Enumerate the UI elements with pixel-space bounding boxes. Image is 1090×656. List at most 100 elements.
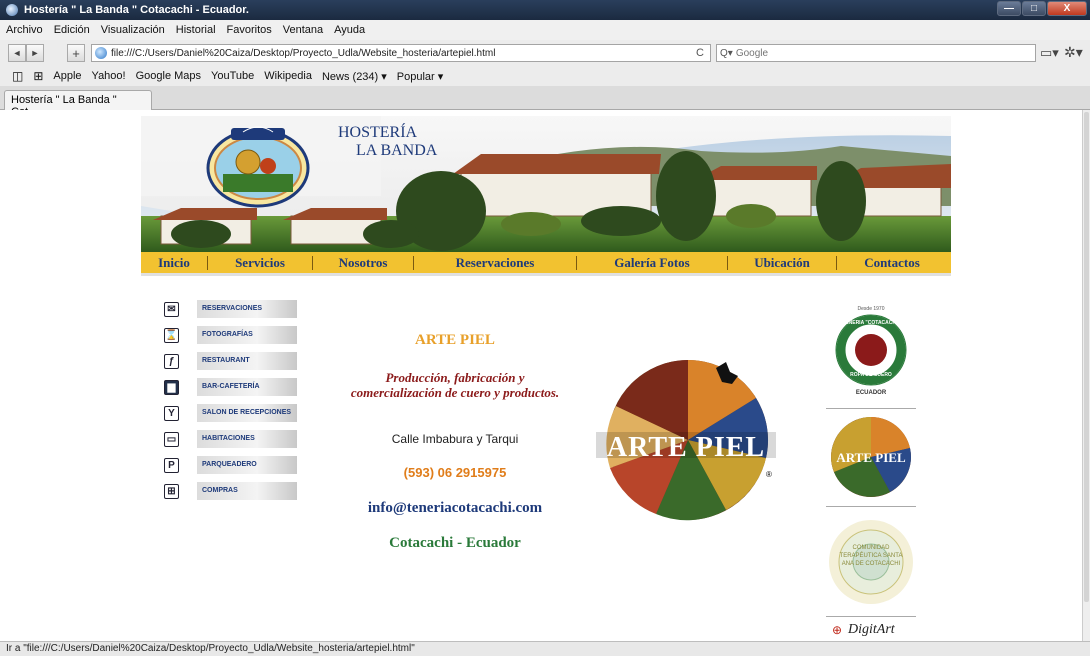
teneria-country: ECUADOR bbox=[855, 390, 887, 396]
business-city: Cotacachi - Ecuador bbox=[389, 535, 521, 551]
comunidad-text: COMUNIDAD TERAPÉUTICA SANTA ANA DE COTAC… bbox=[839, 545, 903, 567]
hotel-name-line1: HOSTERÍA bbox=[338, 124, 418, 141]
back-button[interactable]: ◄ bbox=[8, 44, 26, 62]
nav-reservaciones[interactable]: Reservaciones bbox=[414, 255, 576, 271]
forward-button[interactable]: ► bbox=[26, 44, 44, 62]
scrollbar-thumb[interactable] bbox=[1084, 112, 1089, 602]
sidebar-item-label: RESERVACIONES bbox=[197, 300, 297, 318]
arte-piel-small-text: ARTE PIEL bbox=[836, 450, 906, 465]
sidebar-item-restaurant[interactable]: ƒ RESTAURANT bbox=[164, 352, 304, 370]
arte-piel-small-logo[interactable]: ARTE PIEL bbox=[826, 414, 916, 500]
envelope-icon: ✉ bbox=[164, 301, 179, 317]
menu-archivo[interactable]: Archivo bbox=[6, 24, 43, 36]
business-description: Producción, fabricación y comercializaci… bbox=[350, 370, 560, 400]
globe-icon bbox=[95, 47, 107, 59]
menu-edicion[interactable]: Edición bbox=[54, 24, 90, 36]
gear-icon[interactable]: ✲▾ bbox=[1064, 44, 1083, 61]
site-navigation: Inicio Servicios Nosotros Reservaciones … bbox=[141, 252, 951, 276]
nav-ubicacion[interactable]: Ubicación bbox=[728, 255, 836, 271]
navigation-toolbar: ◄ ► + C Q▾ ▭▾ ✲▾ bbox=[0, 40, 1090, 66]
sidebar-item-salon-recepciones[interactable]: Y SALON DE RECEPCIONES bbox=[164, 404, 304, 422]
digitart-logo[interactable]: ⊕ DigitArt bbox=[826, 620, 916, 640]
page-viewport: HOSTERÍA LA BANDA Inicio Servicios Nosot… bbox=[0, 110, 1082, 641]
search-input[interactable] bbox=[735, 47, 1035, 59]
hourglass-icon: ⌛ bbox=[164, 327, 179, 343]
menu-favoritos[interactable]: Favoritos bbox=[227, 24, 272, 36]
menu-visualizacion[interactable]: Visualización bbox=[101, 24, 165, 36]
sidebar-item-compras[interactable]: ⊞ COMPRAS bbox=[164, 482, 304, 500]
sidebar-item-reservaciones[interactable]: ✉ RESERVACIONES bbox=[164, 300, 304, 318]
browser-app-icon bbox=[6, 4, 18, 16]
logo-divider bbox=[826, 408, 916, 409]
comunidad-terapeutica-logo[interactable]: COMUNIDAD TERAPÉUTICA SANTA ANA DE COTAC… bbox=[826, 512, 916, 612]
bookmark-apple[interactable]: Apple bbox=[53, 70, 81, 82]
menu-ayuda[interactable]: Ayuda bbox=[334, 24, 365, 36]
tab-hosteria[interactable]: Hostería " La Banda " Cot... bbox=[4, 90, 152, 118]
bookmark-yahoo[interactable]: Yahoo! bbox=[92, 70, 126, 82]
sidebar-item-bar-cafeteria[interactable]: ▆ BAR-CAFETERÍA bbox=[164, 378, 304, 396]
bookmarks-bar: ◫ ⊞ Apple Yahoo! Google Maps YouTube Wik… bbox=[0, 66, 1090, 86]
hotel-name-line2: LA BANDA bbox=[356, 142, 438, 159]
arte-piel-logo: ARTE PIEL ® bbox=[596, 358, 776, 526]
reader-icon[interactable]: ◫ bbox=[12, 69, 23, 83]
status-bar: Ir a "file:///C:/Users/Daniel%20Caiza/De… bbox=[0, 641, 1090, 656]
menu-historial[interactable]: Historial bbox=[176, 24, 216, 36]
sidebar-item-fotografias[interactable]: ⌛ FOTOGRAFÍAS bbox=[164, 326, 304, 344]
bookmark-youtube[interactable]: YouTube bbox=[211, 70, 254, 82]
nav-nosotros[interactable]: Nosotros bbox=[313, 255, 413, 271]
bookmark-wikipedia[interactable]: Wikipedia bbox=[264, 70, 312, 82]
cup-icon: ▆ bbox=[164, 379, 179, 395]
sidebar-item-label: SALON DE RECEPCIONES bbox=[197, 404, 297, 422]
window-title-bar: Hostería " La Banda " Cotacachi - Ecuado… bbox=[0, 0, 1090, 20]
url-input[interactable] bbox=[111, 47, 690, 59]
crosshair-icon: ⊕ bbox=[832, 623, 843, 637]
teneria-name: TENERIA "COTACACHI" bbox=[842, 320, 900, 326]
sidebar-item-habitaciones[interactable]: ▭ HABITACIONES bbox=[164, 430, 304, 448]
logo-divider bbox=[826, 616, 916, 617]
hotel-name: HOSTERÍA LA BANDA bbox=[338, 124, 437, 160]
page-menu-icon[interactable]: ▭▾ bbox=[1040, 45, 1059, 61]
parking-icon: P bbox=[164, 457, 179, 473]
add-bookmark-button[interactable]: + bbox=[67, 44, 85, 62]
bookmark-news[interactable]: News (234) ▾ bbox=[322, 70, 387, 83]
top-sites-icon[interactable]: ⊞ bbox=[33, 69, 43, 83]
nav-inicio[interactable]: Inicio bbox=[141, 255, 207, 271]
address-bar[interactable]: C bbox=[91, 44, 711, 62]
fork-knife-icon: ƒ bbox=[164, 353, 179, 369]
bookmark-google-maps[interactable]: Google Maps bbox=[136, 70, 201, 82]
nav-contactos[interactable]: Contactos bbox=[837, 255, 947, 271]
bookmark-popular[interactable]: Popular ▾ bbox=[397, 70, 444, 83]
sidebar-item-label: COMPRAS bbox=[197, 482, 297, 500]
search-icon[interactable]: Q▾ bbox=[717, 48, 736, 59]
arte-piel-logo-text: ARTE PIEL bbox=[606, 432, 766, 463]
search-box[interactable]: Q▾ bbox=[716, 44, 1036, 62]
tab-bar: Hostería " La Banda " Cot... bbox=[0, 86, 1090, 118]
reload-icon[interactable]: C bbox=[690, 47, 710, 59]
window-controls: — □ X bbox=[997, 1, 1087, 16]
sidebar-item-parqueadero[interactable]: P PARQUEADERO bbox=[164, 456, 304, 474]
teneria-cotacachi-logo[interactable]: Desde 1970 TENERIA "COTACACHI" ROPA DE C… bbox=[826, 306, 916, 406]
nav-servicios[interactable]: Servicios bbox=[208, 255, 312, 271]
business-email-link[interactable]: info@teneriacotacachi.com bbox=[340, 500, 570, 517]
sidebar-item-label: PARQUEADERO bbox=[197, 456, 297, 474]
hosteria-logo bbox=[206, 126, 310, 208]
maximize-button[interactable]: □ bbox=[1022, 1, 1046, 16]
sidebar-item-label: HABITACIONES bbox=[197, 430, 297, 448]
sidebar-item-label: BAR-CAFETERÍA bbox=[197, 378, 297, 396]
teneria-tagline: ROPA DE CUERO bbox=[850, 372, 892, 378]
menu-bar: Archivo Edición Visualización Historial … bbox=[0, 20, 1090, 40]
window-title: Hostería " La Banda " Cotacachi - Ecuado… bbox=[24, 4, 249, 16]
site-banner: HOSTERÍA LA BANDA bbox=[141, 116, 951, 252]
sidebar-item-label: RESTAURANT bbox=[197, 352, 297, 370]
minimize-button[interactable]: — bbox=[997, 1, 1021, 16]
digitart-text: DigitArt bbox=[848, 622, 895, 637]
page-title: ARTE PIEL bbox=[415, 332, 495, 348]
vertical-scrollbar[interactable] bbox=[1082, 110, 1090, 641]
nav-galeria-fotos[interactable]: Galería Fotos bbox=[577, 255, 727, 271]
teneria-since: Desde 1970 bbox=[857, 306, 885, 312]
menu-ventana[interactable]: Ventana bbox=[283, 24, 323, 36]
close-button[interactable]: X bbox=[1047, 1, 1087, 16]
logo-divider bbox=[826, 506, 916, 507]
business-phone: (593) 06 2915975 bbox=[403, 465, 507, 480]
business-address: Calle Imbabura y Tarqui bbox=[391, 432, 519, 446]
